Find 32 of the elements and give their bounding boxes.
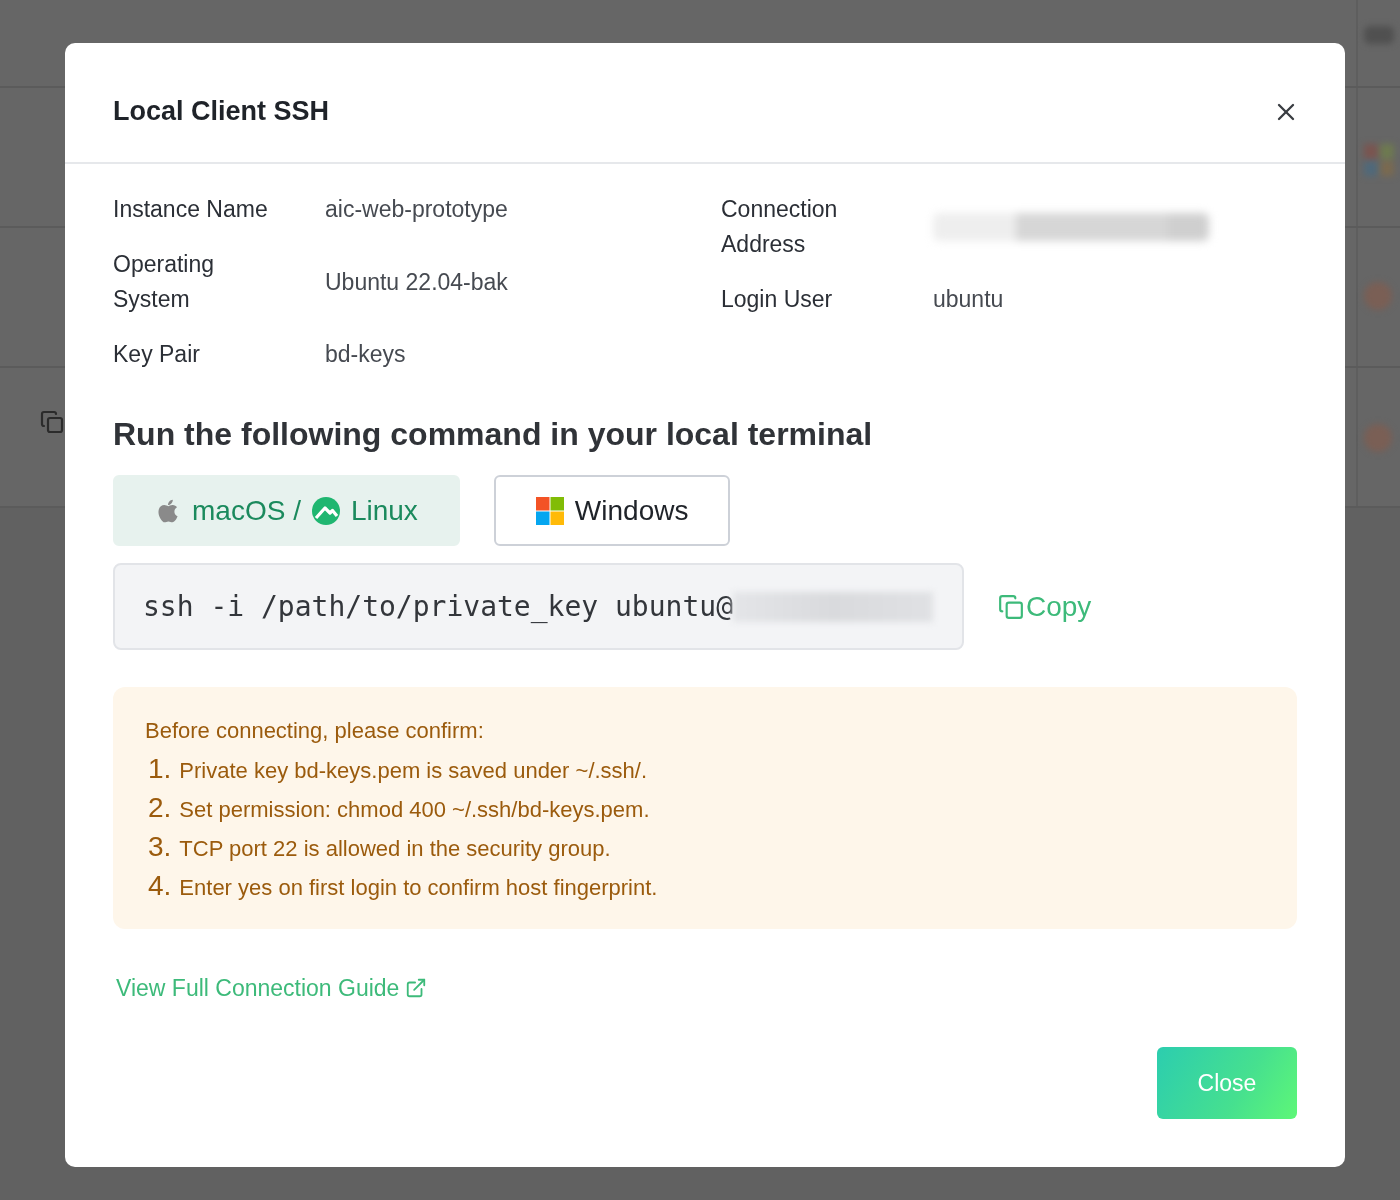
detail-value: bd-keys (325, 340, 406, 369)
windows-logo-icon (1364, 144, 1394, 176)
list-number: 1. (148, 752, 172, 786)
detail-label: Instance Name (113, 195, 269, 224)
mountain-circle-icon (311, 496, 340, 525)
close-button[interactable]: Close (1157, 1047, 1297, 1119)
notice-item: Enter yes on first login to confirm host fingerprint. (179, 874, 658, 902)
copy-icon (998, 593, 1024, 620)
os-tab[interactable]: Windows (493, 475, 731, 546)
guide-link[interactable]: View Full Connection Guide (116, 973, 428, 1003)
external-link-icon (405, 977, 428, 999)
detail-value: aic-web-prototype (325, 195, 508, 224)
windows-logo-icon (535, 496, 564, 525)
os-tab[interactable]: macOS / Linux (113, 475, 460, 546)
notice-item: Set permission: chmod 400 ~/.ssh/bd-keys.pem. (179, 796, 650, 824)
detail-label: Key Pair (113, 340, 201, 369)
copy-icon (40, 410, 64, 434)
detail-value: Ubuntu 22.04-bak (325, 267, 508, 297)
list-number: 4. (148, 869, 172, 903)
detail-label: Connection Address (721, 195, 839, 259)
detail-label: Operating System (113, 250, 215, 314)
detail-value: ubuntu (933, 285, 1004, 314)
notice-item: TCP port 22 is allowed in the security group. (179, 835, 611, 863)
copy-button[interactable]: Copy (998, 590, 1092, 623)
list-number: 2. (148, 791, 172, 825)
section-heading: Run the following command in your local terminal (113, 415, 873, 454)
dialog-title: Local Client SSH (113, 96, 330, 127)
list-number: 3. (148, 830, 172, 864)
command-text: ssh -i /path/to/private_key ubuntu@ (143, 590, 733, 623)
detail-label: Login User (721, 285, 834, 314)
notice-text: Before connecting, please confirm: (145, 717, 485, 745)
notice-item: Private key bd-keys.pem is saved under ~/.ssh/. (179, 757, 648, 785)
